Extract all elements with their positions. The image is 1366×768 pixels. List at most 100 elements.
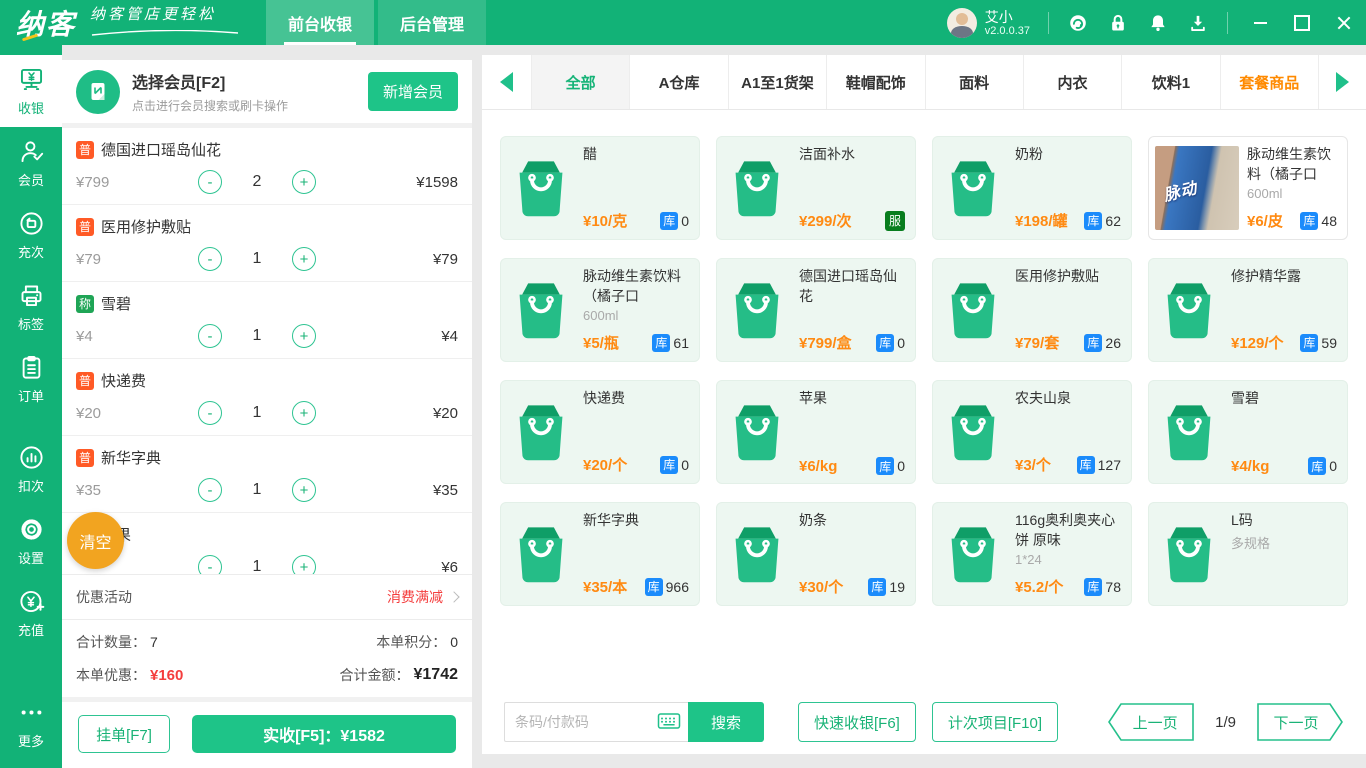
category-tab-package[interactable]: 套餐商品 <box>1221 55 1318 109</box>
product-card[interactable]: 修护精华露 ¥129/个 库59 <box>1148 258 1348 362</box>
discount-label: 本单优惠： <box>76 665 146 685</box>
bottom-toolbar: 搜索 快速收银[F6] 计次项目[F10] 上一页 1/9 下一页 <box>482 690 1366 754</box>
category-tab-all[interactable]: 全部 <box>532 55 630 109</box>
sidebar-item-cashier[interactable]: 收银 <box>0 55 62 127</box>
next-page-button[interactable]: 下一页 <box>1256 702 1344 742</box>
product-card[interactable]: 116g奥利奥夹心饼 原味 1*24 ¥5.2/个 库78 <box>932 502 1132 606</box>
tab-backend-manage[interactable]: 后台管理 <box>378 0 486 45</box>
checkout-button[interactable]: 实收[F5]：¥1582 <box>192 715 456 753</box>
qty-minus-button[interactable]: - <box>198 247 222 271</box>
category-scroll-left-button[interactable] <box>482 55 532 109</box>
sidebar-item-deduct-times[interactable]: 扣次 <box>0 433 62 505</box>
promo-label: 优惠活动 <box>76 587 132 607</box>
sidebar-item-label-print[interactable]: 标签 <box>0 271 62 343</box>
product-card[interactable]: 奶条 ¥30/个 库19 <box>716 502 916 606</box>
service-badge: 服 <box>885 211 905 231</box>
sidebar-item-label: 标签 <box>18 314 44 333</box>
stock-badge: 库 <box>1300 334 1318 352</box>
product-card[interactable]: 脉动维生素饮料（橘子口 600ml ¥5/瓶 库61 <box>500 258 700 362</box>
keyboard-icon[interactable] <box>657 711 681 736</box>
download-icon[interactable] <box>1187 12 1209 34</box>
product-card[interactable]: 雪碧 ¥4/kg 库0 <box>1148 380 1348 484</box>
stock-badge: 库 <box>660 456 678 474</box>
product-card[interactable]: L码 多规格 <box>1148 502 1348 606</box>
stock-badge: 库 <box>1308 457 1326 475</box>
qty-minus-button[interactable]: - <box>198 478 222 502</box>
counting-item-button[interactable]: 计次项目[F10] <box>932 702 1058 742</box>
product-name: 农夫山泉 <box>1015 389 1121 409</box>
product-card[interactable]: 医用修护敷贴 ¥79/套 库26 <box>932 258 1132 362</box>
notification-bell-icon[interactable] <box>1147 12 1169 34</box>
cart-item-name: 德国进口瑶岛仙花 <box>101 139 221 160</box>
sidebar-item-top-up[interactable]: 充值 <box>0 577 62 649</box>
sidebar-item-more[interactable]: 更多 <box>0 688 62 760</box>
sidebar-item-settings[interactable]: 设置 <box>0 505 62 577</box>
stock-badge: 库 <box>645 578 663 596</box>
product-card[interactable]: 快递费 ¥20/个 库0 <box>500 380 700 484</box>
product-bag-icon <box>723 267 791 353</box>
prev-page-button[interactable]: 上一页 <box>1107 702 1195 742</box>
category-scroll-right-button[interactable] <box>1318 55 1366 109</box>
quick-cashier-button[interactable]: 快速收银[F6] <box>798 702 916 742</box>
qty-minus-button[interactable]: - <box>198 401 222 425</box>
window-maximize-button[interactable] <box>1294 15 1310 31</box>
product-card[interactable]: 农夫山泉 ¥3/个 库127 <box>932 380 1132 484</box>
qty-plus-button[interactable]: + <box>292 401 316 425</box>
qty-plus-button[interactable]: + <box>292 170 316 194</box>
window-minimize-button[interactable] <box>1252 15 1268 31</box>
category-tab[interactable]: 面料 <box>926 55 1024 109</box>
qty-plus-button[interactable]: + <box>292 247 316 271</box>
sidebar-item-recharge-times[interactable]: 充次 <box>0 199 62 271</box>
cart-list: 普 德国进口瑶岛仙花 ¥799 - 2 + ¥1598 普 医用修护敷 <box>62 128 472 574</box>
qty-plus-button[interactable]: + <box>292 478 316 502</box>
product-card[interactable]: 醋 ¥10/克 库0 <box>500 136 700 240</box>
qty-plus-button[interactable]: + <box>292 555 316 574</box>
user-box[interactable]: 艾小 v2.0.0.37 <box>947 8 1030 38</box>
product-card[interactable]: 洁面补水 ¥299/次 服 <box>716 136 916 240</box>
sidebar-item-member[interactable]: 会员 <box>0 127 62 199</box>
clipboard-icon <box>18 354 45 381</box>
right-arrow-icon <box>1336 72 1349 92</box>
qty-plus-button[interactable]: + <box>292 324 316 348</box>
hold-order-button[interactable]: 挂单[F7] <box>78 715 170 753</box>
window-close-button[interactable] <box>1336 15 1352 31</box>
stock-count: 0 <box>681 457 689 473</box>
stock-count: 0 <box>681 213 689 229</box>
product-price: ¥6/皮 <box>1247 210 1283 231</box>
category-tab[interactable]: 内衣 <box>1024 55 1122 109</box>
qty-minus-button[interactable]: - <box>198 170 222 194</box>
cart-item-total: ¥1598 <box>416 174 458 191</box>
tab-front-cashier[interactable]: 前台收银 <box>266 0 374 45</box>
product-name: 奶条 <box>799 511 905 531</box>
order-summary: 合计数量：7 本单积分：0 本单优惠：¥160 合计金额：¥1742 <box>62 619 472 702</box>
lock-icon[interactable] <box>1107 12 1129 34</box>
prev-page-label: 上一页 <box>1107 702 1195 742</box>
product-price: ¥3/个 <box>1015 454 1051 475</box>
product-card[interactable]: 新华字典 ¥35/本 库966 <box>500 502 700 606</box>
product-price: ¥30/个 <box>799 576 843 597</box>
category-tab[interactable]: 鞋帽配饰 <box>827 55 925 109</box>
avatar <box>947 8 977 38</box>
qty-minus-button[interactable]: - <box>198 324 222 348</box>
cart-item: 普 快递费 ¥20 - 1 + ¥20 <box>62 359 472 436</box>
recharge-times-icon <box>18 210 45 237</box>
clear-cart-button[interactable]: 清空 <box>67 512 124 569</box>
product-card[interactable]: 脉动 脉动维生素饮料（橘子口 600ml ¥6/皮 库48 <box>1148 136 1348 240</box>
product-card[interactable]: 奶粉 ¥198/罐 库62 <box>932 136 1132 240</box>
product-card[interactable]: 德国进口瑶岛仙花 ¥799/盒 库0 <box>716 258 916 362</box>
promo-row[interactable]: 优惠活动 消费满减 <box>62 574 472 619</box>
category-tab[interactable]: A仓库 <box>630 55 728 109</box>
member-select-row[interactable]: 选择会员[F2] 点击进行会员搜索或刷卡操作 新增会员 <box>62 60 472 128</box>
qty-minus-button[interactable]: - <box>198 555 222 574</box>
product-name: 雪碧 <box>1231 389 1337 409</box>
stock-badge: 库 <box>876 457 894 475</box>
add-member-button[interactable]: 新增会员 <box>368 72 458 111</box>
category-tab[interactable]: 饮料1 <box>1122 55 1220 109</box>
category-tab[interactable]: A1至1货架 <box>729 55 827 109</box>
product-card[interactable]: 苹果 ¥6/kg 库0 <box>716 380 916 484</box>
search-button[interactable]: 搜索 <box>688 702 764 742</box>
stock-count: 0 <box>1329 458 1337 474</box>
sidebar-item-orders[interactable]: 订单 <box>0 343 62 415</box>
customer-service-icon[interactable] <box>1067 12 1089 34</box>
main-nav: 前台收银 后台管理 <box>266 0 490 45</box>
